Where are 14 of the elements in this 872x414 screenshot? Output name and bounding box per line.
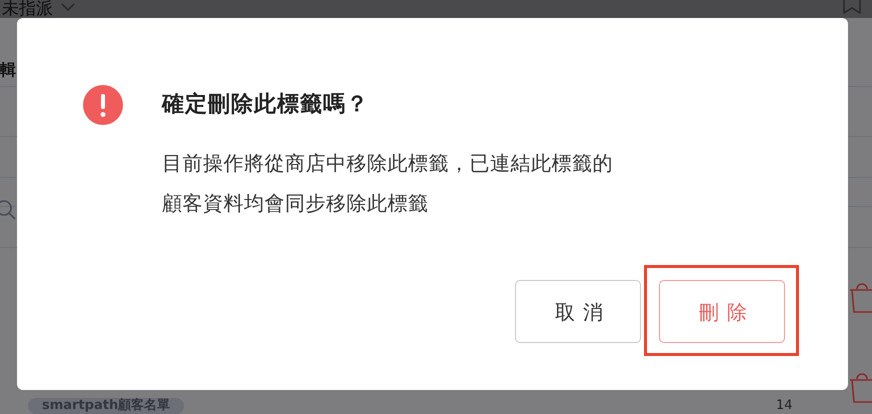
filter-label[interactable]: 未指派 [2,0,53,18]
dialog-title: 確定刪除此標籤嗎？ [162,90,369,119]
section-title: 輯 [0,59,16,81]
warning-icon [83,85,123,125]
trash-icon[interactable] [848,370,872,404]
chevron-down-icon[interactable] [61,3,75,12]
dialog-message: 目前操作將從商店中移除此標籤，已連結此標籤的顧客資料均會同步移除此標籤 [162,150,614,217]
tag-count: 14 [776,398,793,414]
search-icon[interactable] [0,198,17,220]
cancel-button[interactable]: 取消 [515,280,641,343]
trash-icon[interactable] [848,280,872,314]
delete-button[interactable]: 刪除 [659,280,785,343]
tag-label: smartpath顧客名單 [28,398,184,414]
bookmark-icon[interactable] [842,0,862,14]
